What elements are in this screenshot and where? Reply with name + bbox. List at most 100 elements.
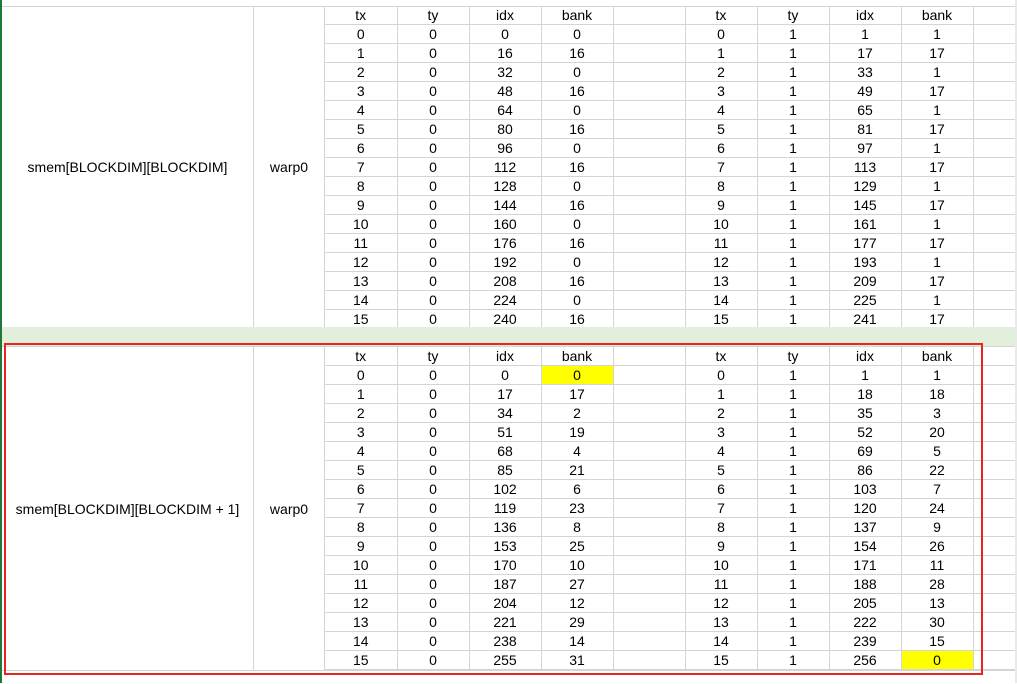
cell[interactable] [973,593,1017,613]
cell[interactable]: 5 [685,119,758,139]
cell[interactable]: 64 [469,100,542,120]
cell[interactable]: 1 [901,214,974,234]
cell[interactable]: 192 [469,252,542,272]
cell[interactable]: 4 [541,441,614,461]
cell[interactable]: 16 [541,195,614,215]
cell[interactable]: 225 [829,290,902,310]
cell[interactable]: 14 [325,631,398,651]
cell[interactable]: 1 [757,555,830,575]
cell[interactable] [613,24,686,44]
cell[interactable]: 14 [325,290,398,310]
cell[interactable] [973,650,1017,670]
cell[interactable]: 1 [757,43,830,63]
header-cell[interactable]: bank [541,6,614,25]
cell[interactable]: 6 [685,479,758,499]
cell[interactable] [973,403,1017,423]
cell[interactable]: 239 [829,631,902,651]
cell[interactable]: 12 [541,593,614,613]
cell[interactable]: 16 [541,309,614,329]
warp-label-cell[interactable]: warp0 [254,6,325,327]
header-cell[interactable]: ty [397,6,470,25]
cell[interactable]: 0 [397,214,470,234]
cell[interactable]: 238 [469,631,542,651]
cell[interactable] [613,403,686,423]
cell[interactable]: 6 [325,479,398,499]
cell[interactable]: 22 [901,460,974,480]
cell[interactable]: 4 [325,441,398,461]
cell[interactable] [973,138,1017,158]
cell[interactable]: 0 [541,24,614,44]
cell[interactable] [613,612,686,632]
cell[interactable]: 9 [325,536,398,556]
cell[interactable]: 0 [397,309,470,329]
cell[interactable]: 0 [397,498,470,518]
cell[interactable]: 51 [469,422,542,442]
cell[interactable]: 1 [757,290,830,310]
cell[interactable]: 9 [901,517,974,537]
cell[interactable]: 13 [685,612,758,632]
cell[interactable] [613,536,686,556]
cell[interactable]: 10 [541,555,614,575]
cell[interactable]: 16 [541,81,614,101]
cell[interactable]: 15 [685,650,758,670]
header-cell[interactable]: bank [901,347,974,366]
cell[interactable]: 4 [325,100,398,120]
cell[interactable]: 171 [829,555,902,575]
cell[interactable]: 0 [469,365,542,385]
cell[interactable]: 0 [685,365,758,385]
cell[interactable]: 5 [325,460,398,480]
cell[interactable]: 153 [469,536,542,556]
cell[interactable]: 11 [325,574,398,594]
cell[interactable]: 8 [685,176,758,196]
cell[interactable]: 0 [397,100,470,120]
cell[interactable] [973,176,1017,196]
cell[interactable]: 103 [829,479,902,499]
cell[interactable] [973,81,1017,101]
cell[interactable]: 1 [757,517,830,537]
cell[interactable]: 1 [901,138,974,158]
cell[interactable]: 17 [901,233,974,253]
cell[interactable] [613,290,686,310]
cell[interactable]: 17 [901,81,974,101]
cell[interactable]: 86 [829,460,902,480]
cell[interactable]: 1 [757,460,830,480]
cell[interactable]: 1 [757,195,830,215]
cell[interactable]: 1 [757,271,830,291]
cell[interactable]: 31 [541,650,614,670]
cell[interactable]: 17 [901,195,974,215]
cell[interactable]: 1 [757,422,830,442]
cell[interactable]: 0 [397,612,470,632]
cell[interactable]: 1 [829,24,902,44]
cell[interactable]: 0 [397,138,470,158]
cell[interactable]: 3 [685,422,758,442]
cell[interactable]: 1 [325,43,398,63]
cell[interactable]: 136 [469,517,542,537]
cell[interactable]: 255 [469,650,542,670]
cell[interactable]: 0 [541,138,614,158]
separator-row[interactable] [0,327,1017,347]
cell[interactable]: 0 [397,176,470,196]
cell[interactable] [973,441,1017,461]
cell[interactable]: 1 [829,365,902,385]
cell[interactable]: 8 [685,517,758,537]
cell[interactable]: 160 [469,214,542,234]
cell[interactable] [613,441,686,461]
cell[interactable]: 0 [325,365,398,385]
cell[interactable]: 3 [901,403,974,423]
cell[interactable]: 1 [901,100,974,120]
cell[interactable]: 1 [685,43,758,63]
cell[interactable]: 177 [829,233,902,253]
cell[interactable]: 13 [685,271,758,291]
cell[interactable]: 1 [901,365,974,385]
cell[interactable]: 1 [757,100,830,120]
cell[interactable] [613,252,686,272]
cell[interactable] [973,631,1017,651]
cell[interactable]: 16 [469,43,542,63]
cell[interactable] [613,593,686,613]
cell[interactable] [613,422,686,442]
cell[interactable]: 1 [901,252,974,272]
cell[interactable] [973,555,1017,575]
cell[interactable]: 128 [469,176,542,196]
cell[interactable]: 0 [397,460,470,480]
cell[interactable]: 1 [325,384,398,404]
